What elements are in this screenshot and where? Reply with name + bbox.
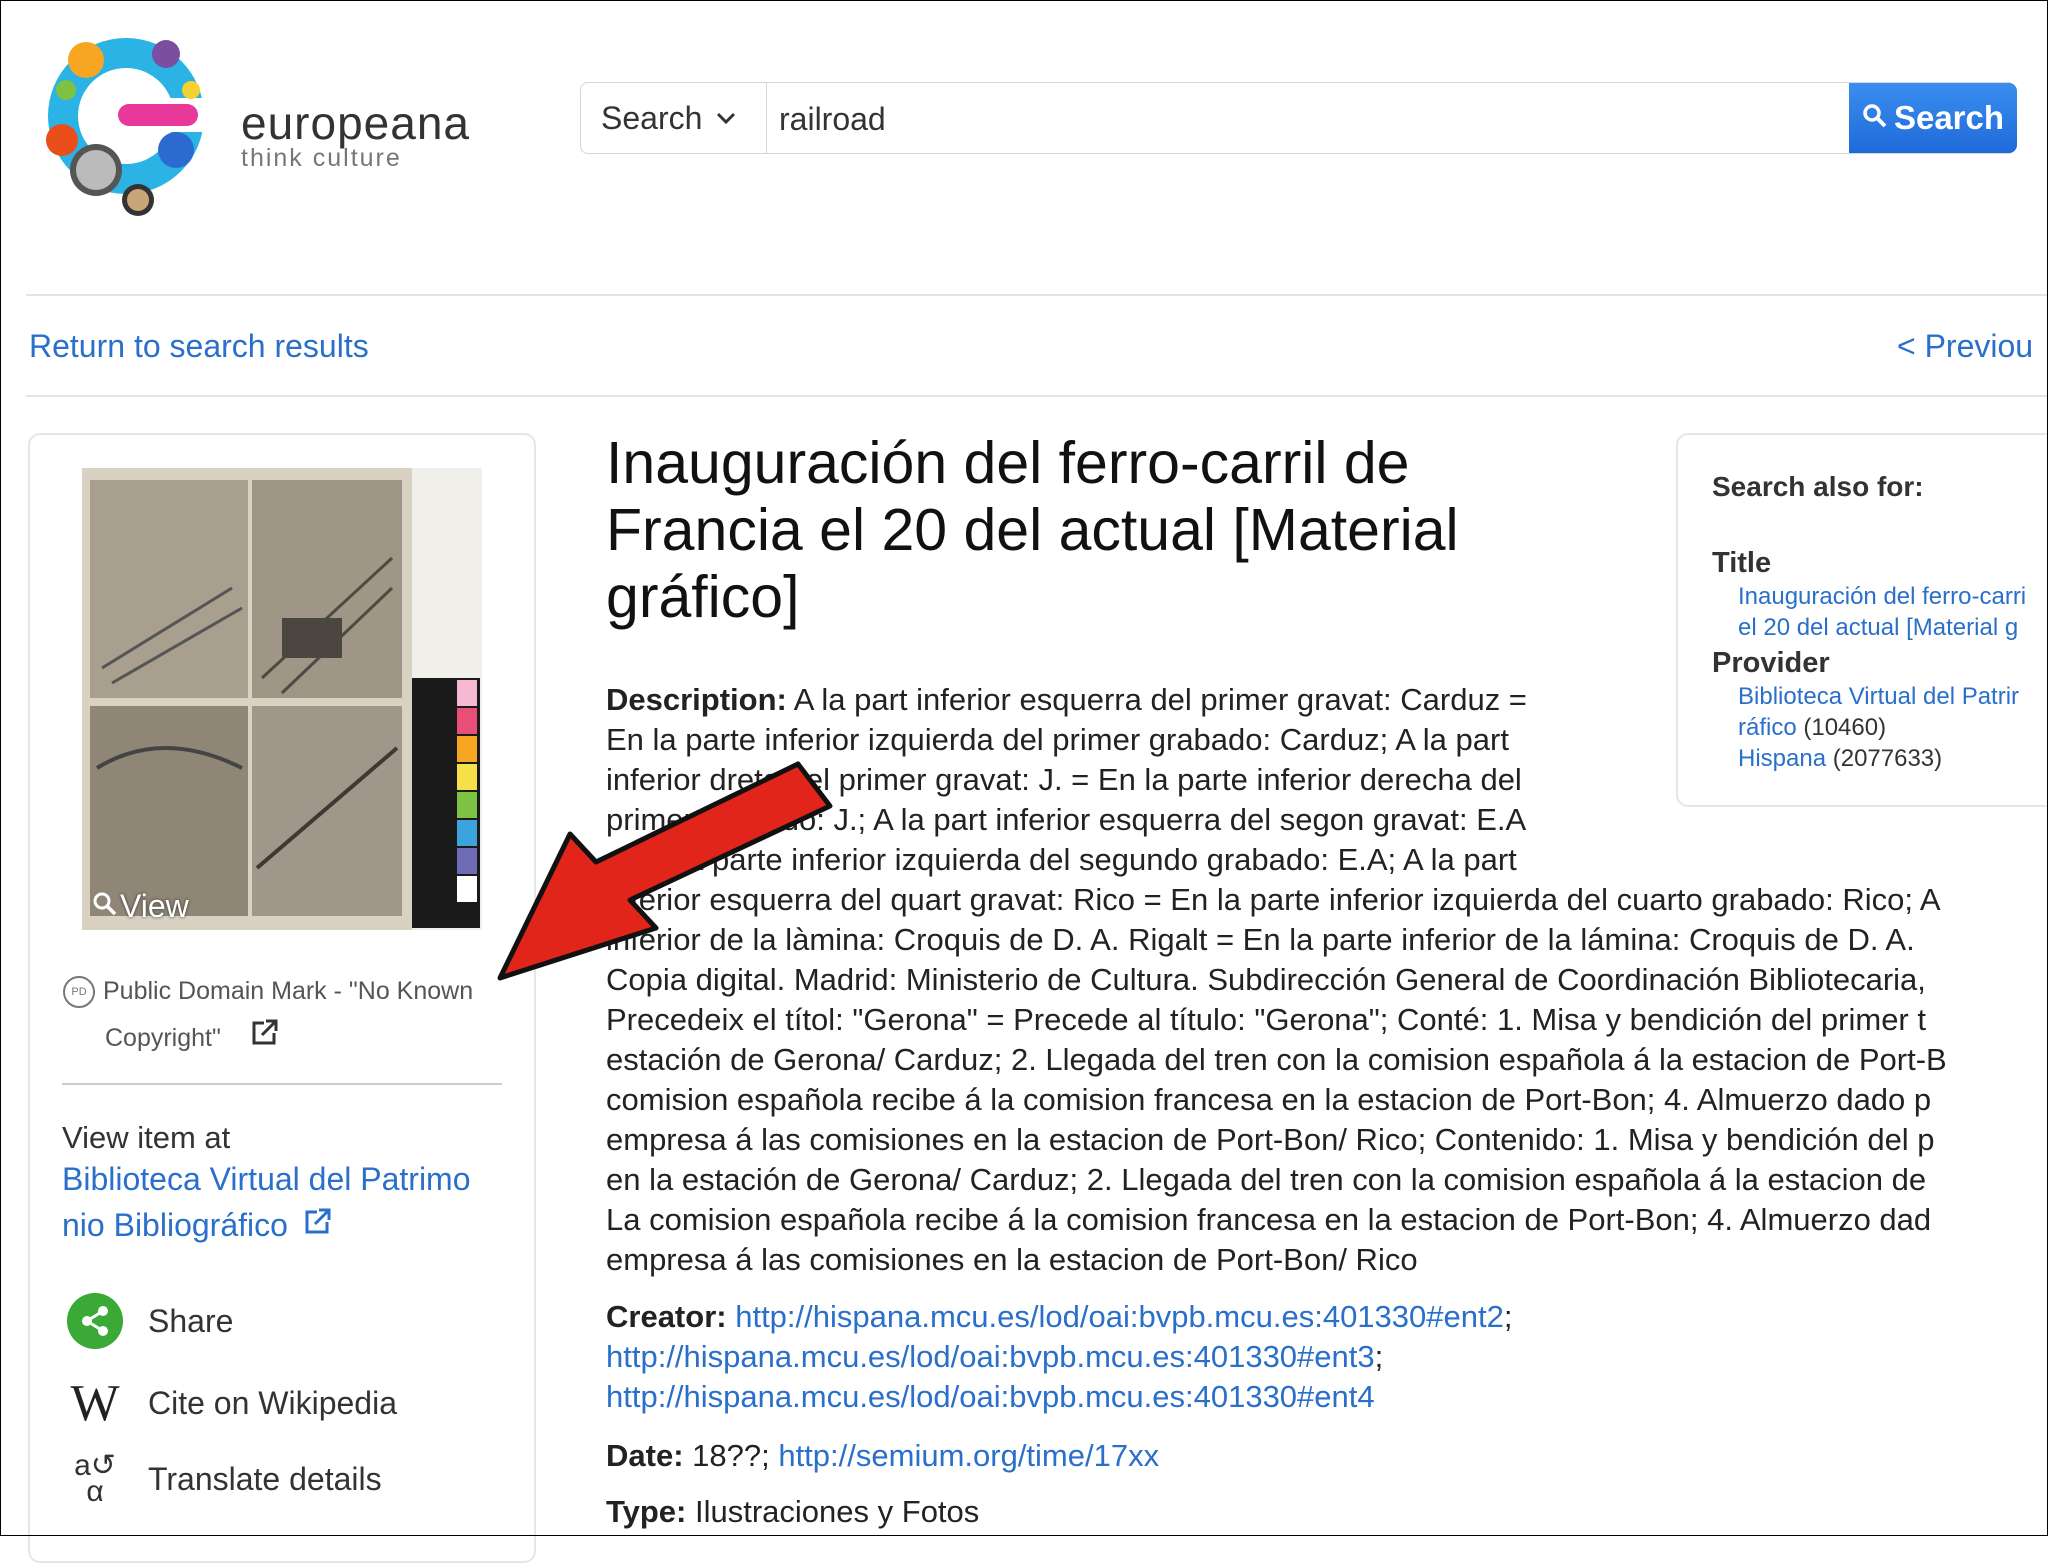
type-label: Type: [606, 1494, 687, 1529]
search-also-title-label: Title [1712, 547, 1772, 579]
description-line: comision española recibe á la comision f… [606, 1082, 1932, 1117]
search-also-box: Search also for: Title Inauguración del … [1676, 433, 2048, 807]
logo-mark-icon [46, 38, 236, 216]
date-label: Date: [606, 1438, 684, 1473]
description-line: estación de Gerona/ Carduz; 2. Llegada d… [606, 1042, 1947, 1077]
date-block: Date: 18??; http://semium.org/time/17xx [606, 1436, 1159, 1476]
chevron-down-icon [716, 105, 736, 131]
header-divider [26, 294, 2048, 296]
search-also-provider-link[interactable]: Biblioteca Virtual del Patrir [1738, 681, 2019, 712]
search-bar: Search Search [580, 82, 2017, 154]
cite-wikipedia-label: Cite on Wikipedia [148, 1384, 397, 1421]
external-link-icon[interactable] [303, 1207, 333, 1243]
creator-label: Creator: [606, 1299, 727, 1334]
external-link-icon[interactable] [250, 1019, 280, 1053]
type-value: Ilustraciones y Fotos [686, 1494, 980, 1529]
logo-wordmark: europeana [241, 97, 470, 149]
search-button[interactable]: Search [1849, 83, 2017, 153]
description-line: empresa á las comisiones en la estacion … [606, 1122, 1935, 1157]
logo-tagline: think culture [241, 144, 402, 172]
return-to-results-link[interactable]: Return to search results [29, 328, 369, 365]
engraving-image [82, 468, 482, 930]
annotation-arrow-icon [497, 761, 833, 981]
europeana-logo[interactable]: europeana think culture [26, 20, 469, 240]
search-button-label: Search [1893, 99, 2005, 136]
item-thumbnail[interactable] [82, 468, 482, 930]
sidebar-divider [62, 1083, 502, 1085]
provider-link[interactable]: Biblioteca Virtual del Patrimo nio Bibli… [62, 1156, 502, 1248]
hispana-count: (2077633) [1826, 745, 1943, 772]
public-domain-icon: PD [63, 976, 95, 1009]
description-line: en la estación de Gerona/ Carduz; 2. Lle… [606, 1162, 1927, 1197]
search-also-title-link-line2[interactable]: el 20 del actual [Material g [1738, 612, 2018, 643]
search-also-provider-link-line2[interactable]: ráfico [1738, 714, 1797, 741]
previous-link[interactable]: < Previou [1897, 328, 2033, 365]
view-item-at-label: View item at [62, 1120, 231, 1155]
search-input[interactable] [777, 93, 1801, 145]
view-label: View [120, 888, 189, 924]
creator-link[interactable]: http://hispana.mcu.es/lod/oai:bvpb.mcu.e… [735, 1299, 1504, 1334]
rights-text-line1[interactable]: Public Domain Mark - "No Known [103, 977, 473, 1005]
share-label: Share [148, 1302, 234, 1339]
search-also-hispana-link[interactable]: Hispana [1738, 745, 1826, 772]
nav-divider [26, 395, 2048, 397]
provider-link-line2[interactable]: nio Bibliográfico [62, 1207, 288, 1243]
zoom-icon [92, 888, 118, 925]
creator-link[interactable]: http://hispana.mcu.es/lod/oai:bvpb.mcu.e… [606, 1379, 1375, 1414]
description-line: La comision española recibe á la comisio… [606, 1202, 1932, 1237]
date-value: 18??; [683, 1438, 779, 1473]
translate-label: Translate details [148, 1460, 382, 1497]
creator-link[interactable]: http://hispana.mcu.es/lod/oai:bvpb.mcu.e… [606, 1339, 1375, 1374]
item-title: Inauguración del ferro-carril de Francia… [606, 430, 1459, 630]
rights-text-line2[interactable]: Copyright" [105, 1024, 221, 1052]
search-also-heading: Search also for: [1712, 471, 1924, 502]
type-block: Type: Ilustraciones y Fotos [606, 1492, 979, 1532]
search-icon [1862, 99, 1894, 137]
translate-action[interactable]: a↺ α Translate details [66, 1450, 382, 1508]
view-image-button[interactable]: View [92, 888, 189, 925]
date-link[interactable]: http://semium.org/time/17xx [778, 1438, 1159, 1473]
translate-icon: a↺ α [74, 1449, 116, 1508]
search-type-select[interactable]: Search [581, 83, 767, 153]
rights-statement: PD Public Domain Mark - "No Known Copyrig… [63, 968, 503, 1063]
creator-block: Creator: http://hispana.mcu.es/lod/oai:b… [606, 1299, 1513, 1414]
wikipedia-icon: W [70, 1374, 120, 1432]
provider-count: (10460) [1796, 714, 1887, 741]
cite-wikipedia-action[interactable]: W Cite on Wikipedia [66, 1374, 397, 1432]
search-also-provider-label: Provider [1712, 647, 1830, 679]
provider-link-line1[interactable]: Biblioteca Virtual del Patrimo [62, 1156, 502, 1202]
description-line: A la part inferior esquerra del primer g… [786, 682, 1527, 717]
share-action[interactable]: Share [66, 1292, 233, 1350]
share-icon [66, 1292, 124, 1350]
description-label: Description: [606, 682, 787, 717]
search-also-title-link[interactable]: Inauguración del ferro-carri [1738, 581, 2026, 612]
search-type-label: Search [601, 99, 703, 136]
description-line: empresa á las comisiones en la estacion … [606, 1242, 1418, 1277]
